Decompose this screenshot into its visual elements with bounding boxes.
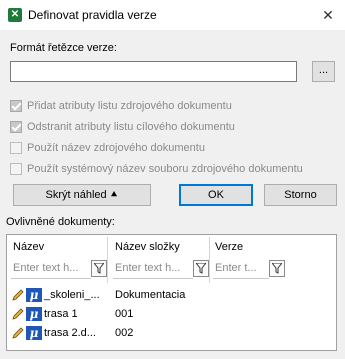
format-label: Formát řetězce verze: bbox=[10, 42, 117, 54]
table-row[interactable]: μ trasa 1 bbox=[11, 306, 78, 322]
hide-preview-button[interactable]: Skrýt náhled ⯅ bbox=[13, 184, 151, 206]
table-row[interactable]: μ _skoleni_... bbox=[11, 287, 100, 303]
ok-button[interactable]: OK bbox=[179, 184, 253, 206]
filter-input-folder[interactable]: Enter text h... bbox=[113, 259, 193, 279]
column-header-version[interactable]: Verze bbox=[215, 241, 243, 253]
filter-icon[interactable] bbox=[193, 260, 209, 277]
title-bar: ✕ Definovat pravidla verze ✕ bbox=[0, 0, 345, 30]
pencil-icon bbox=[12, 327, 24, 339]
option-add-attributes[interactable]: Přidat atributy listu zdrojového dokumen… bbox=[10, 99, 232, 113]
format-input[interactable] bbox=[10, 61, 297, 82]
checkbox-unchecked-icon bbox=[10, 142, 22, 154]
column-header-name[interactable]: Název bbox=[13, 241, 44, 253]
document-icon: μ bbox=[26, 288, 42, 302]
pencil-icon bbox=[12, 289, 24, 301]
column-separator bbox=[209, 237, 210, 283]
app-icon: ✕ bbox=[8, 8, 22, 22]
column-separator bbox=[107, 237, 108, 283]
checkbox-unchecked-icon bbox=[10, 163, 22, 175]
filter-icon[interactable] bbox=[269, 260, 285, 277]
table-row[interactable]: μ trasa 2.d... bbox=[11, 325, 96, 341]
cancel-button[interactable]: Storno bbox=[264, 184, 337, 206]
folder-cell: Dokumentacia bbox=[115, 289, 186, 301]
document-icon: μ bbox=[26, 326, 42, 340]
option-use-system-filename[interactable]: Použít systémový název souboru zdrojovéh… bbox=[10, 162, 303, 176]
affected-documents-grid: Název Název složky Verze Enter text h...… bbox=[6, 234, 337, 351]
checkbox-checked-icon bbox=[10, 100, 22, 112]
browse-button[interactable]: ... bbox=[312, 61, 335, 82]
filter-icon[interactable] bbox=[91, 260, 107, 277]
filter-input-version[interactable]: Enter t... bbox=[213, 259, 269, 279]
close-button[interactable]: ✕ bbox=[317, 4, 339, 26]
folder-cell: 002 bbox=[115, 327, 134, 339]
option-use-source-name[interactable]: Použít název zdrojového dokumentu bbox=[10, 141, 205, 155]
option-remove-attributes[interactable]: Odstranit atributy listu cílového dokume… bbox=[10, 120, 235, 134]
checkbox-checked-icon bbox=[10, 121, 22, 133]
window-title: Definovat pravidla verze bbox=[28, 8, 157, 22]
folder-cell: 001 bbox=[115, 308, 134, 320]
pencil-icon bbox=[12, 308, 24, 320]
filter-input-name[interactable]: Enter text h... bbox=[11, 259, 91, 279]
column-header-folder[interactable]: Název složky bbox=[115, 241, 180, 253]
document-icon: μ bbox=[26, 307, 42, 321]
affected-documents-label: Ovlivněné dokumenty: bbox=[6, 216, 115, 228]
